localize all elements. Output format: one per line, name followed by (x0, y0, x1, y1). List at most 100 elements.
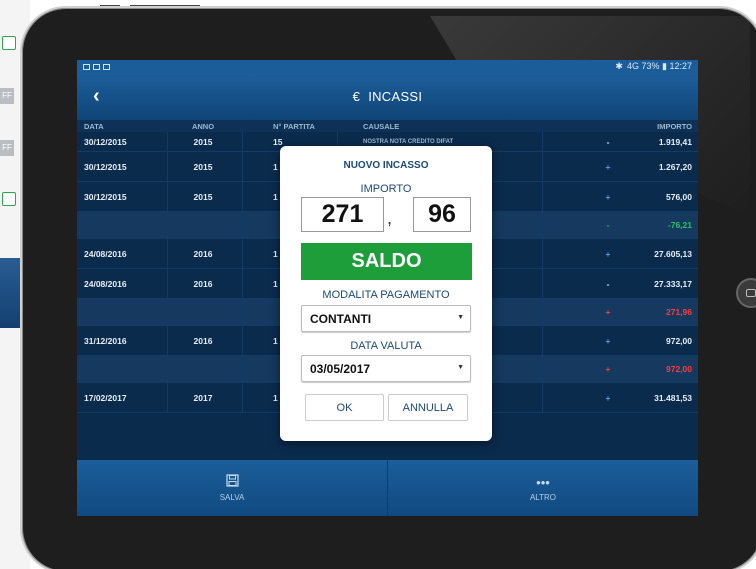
amount-label: IMPORTO (360, 183, 412, 195)
save-button[interactable]: SALVA (77, 460, 387, 516)
cell-causale: NOSTRA NOTA CREDITO DIFAT (363, 138, 454, 145)
dropdown-arrow-icon: ▼ (457, 364, 464, 371)
col-partita: N° PARTITA (273, 121, 315, 131)
decimal-separator: , (387, 208, 393, 228)
column-divider (542, 212, 543, 238)
column-divider (242, 269, 243, 298)
page-title-text: INCASSI (368, 89, 423, 104)
column-divider (167, 326, 168, 355)
column-divider (242, 239, 243, 268)
column-divider (542, 152, 543, 181)
cell-anno: 2017 (193, 392, 213, 403)
cell-partita: 1 (273, 191, 278, 202)
column-divider (542, 269, 543, 298)
amount-integer-input[interactable]: 271 (301, 197, 384, 232)
cell-data: 30/12/2015 (84, 191, 127, 202)
cell-importo: 27.605,13 (654, 248, 692, 259)
android-icon (103, 63, 110, 70)
column-divider (167, 269, 168, 298)
dialog-title: NUOVO INCASSO (343, 160, 429, 171)
cell-importo: 31.481,53 (654, 392, 692, 403)
home-button[interactable] (736, 278, 756, 308)
cell-data: 24/08/2016 (84, 278, 127, 289)
column-divider (242, 152, 243, 181)
more-button[interactable]: ••• ALTRO (387, 460, 698, 516)
cell-sign: - (606, 136, 610, 147)
background-toggle: FF (0, 140, 14, 156)
table-header: DATA ANNO N° PARTITA CAUSALE IMPORTO (77, 120, 698, 132)
column-divider (167, 299, 168, 325)
col-importo: IMPORTO (657, 121, 692, 131)
bluetooth-icon: ✱ (615, 61, 623, 71)
column-divider (167, 182, 168, 211)
value-date-select[interactable]: 03/05/2017 ▼ (301, 355, 471, 382)
status-right: 73% ▮ 12:27 (641, 61, 693, 71)
euro-icon: € (352, 89, 361, 104)
background-checkbox (2, 36, 16, 50)
bottom-bar: SALVA ••• ALTRO (77, 460, 698, 516)
column-divider (167, 383, 168, 412)
cell-sign: - (606, 278, 610, 289)
column-divider (167, 132, 168, 151)
cell-partita: 1 (273, 248, 278, 259)
cell-sign: + (605, 392, 611, 403)
column-divider (242, 212, 243, 238)
cell-partita: 1 (273, 278, 278, 289)
cell-sign: + (605, 307, 611, 317)
cell-importo: 1.919,41 (658, 136, 692, 147)
floppy-icon (225, 474, 239, 490)
payment-method-value: CONTANTI (310, 311, 372, 326)
cell-sign: - (606, 220, 610, 230)
cell-importo: 972,00 (666, 335, 692, 346)
column-divider (542, 239, 543, 268)
cell-importo: 576,00 (666, 191, 692, 202)
column-divider (242, 299, 243, 325)
column-divider (242, 383, 243, 412)
col-causale: CAUSALE (363, 121, 400, 131)
col-data: DATA (84, 121, 104, 131)
cell-data: 30/12/2015 (84, 136, 127, 147)
cell-sign: + (605, 248, 611, 259)
cell-importo: 1.267,20 (658, 161, 692, 172)
cancel-button[interactable]: ANNULLA (388, 394, 468, 421)
cell-anno: 2016 (193, 335, 213, 346)
cell-anno: 2015 (193, 161, 213, 172)
column-divider (167, 356, 168, 382)
status-bar: ✱ 4G 73% ▮ 12:27 (77, 60, 698, 73)
app-bar: ‹ € INCASSI (77, 73, 698, 120)
cell-sign: + (605, 364, 611, 374)
saldo-button[interactable]: SALDO (301, 243, 472, 280)
column-divider (242, 132, 243, 151)
payment-method-select[interactable]: CONTANTI ▼ (301, 305, 471, 332)
amount-decimal-input[interactable]: 96 (413, 197, 471, 232)
cell-anno: 2016 (193, 248, 213, 259)
cell-importo: 271,96 (666, 307, 692, 317)
cell-partita: 15 (273, 136, 283, 147)
column-divider (542, 326, 543, 355)
mail-icon (93, 63, 100, 70)
cell-anno: 2015 (193, 191, 213, 202)
column-divider (167, 239, 168, 268)
new-payment-dialog: NUOVO INCASSO IMPORTO 271 , 96 SALDO MOD… (280, 146, 492, 441)
more-label: ALTRO (529, 492, 557, 502)
column-divider (542, 383, 543, 412)
column-divider (167, 152, 168, 181)
cell-anno: 2015 (193, 136, 213, 147)
column-divider (542, 182, 543, 211)
ok-button[interactable]: OK (305, 394, 384, 421)
cell-data: 31/12/2016 (84, 335, 127, 346)
column-divider (167, 212, 168, 238)
column-divider (242, 182, 243, 211)
cell-sign: + (605, 161, 611, 172)
column-divider (542, 299, 543, 325)
more-dots-icon: ••• (536, 474, 550, 490)
cell-importo: 972,00 (666, 364, 692, 374)
notif-icon (83, 63, 90, 70)
page-title: € INCASSI (77, 89, 698, 104)
column-divider (242, 356, 243, 382)
cell-partita: 1 (273, 392, 278, 403)
value-date-label: DATA VALUTA (350, 340, 422, 352)
cell-data: 17/02/2017 (84, 392, 127, 403)
cell-anno: 2016 (193, 278, 213, 289)
cell-importo: -76,21 (667, 220, 692, 230)
